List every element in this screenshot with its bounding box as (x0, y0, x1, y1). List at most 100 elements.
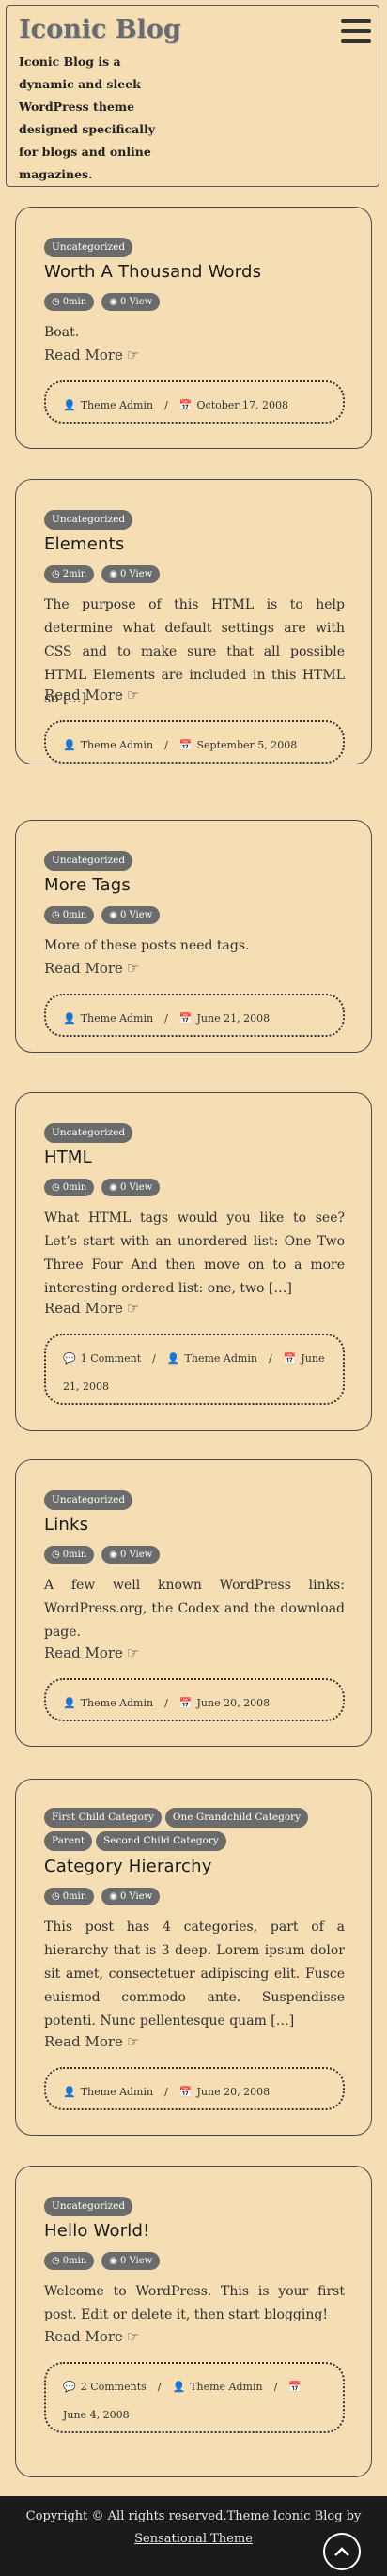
comment-icon: 💬 (63, 1352, 76, 1365)
post-title[interactable]: Worth A Thousand Words (44, 262, 261, 282)
eye-icon: ◉ (109, 1182, 117, 1193)
site-title[interactable]: Iconic Blog (19, 15, 181, 44)
user-icon: 👤 (63, 1012, 76, 1025)
category-chip[interactable]: Parent (44, 1831, 93, 1851)
post-meta: ◷ 0min ◉ 0 View (44, 293, 161, 311)
read-more-link[interactable]: Read More ☞ (44, 960, 139, 977)
post-author[interactable]: Theme Admin (185, 1352, 257, 1365)
user-icon: 👤 (63, 399, 76, 411)
read-more-label: Read More (44, 686, 123, 703)
calendar-icon: 📅 (178, 2086, 193, 2098)
views-label: 0 View (119, 1891, 153, 1902)
post-title[interactable]: HTML (44, 1148, 92, 1167)
theme-credit-link[interactable]: Sensational Theme (134, 2532, 253, 2546)
post-categories: Uncategorized (44, 1123, 345, 1143)
read-time-label: 0min (62, 1182, 87, 1193)
category-chip[interactable]: Uncategorized (44, 2197, 133, 2216)
site-tagline: Iconic Blog is a dynamic and sleek WordP… (19, 54, 156, 181)
hand-pointing-right-icon: ☞ (126, 2328, 140, 2345)
post-comments[interactable]: 2 Comments (81, 2381, 147, 2393)
post-categories: Uncategorized (44, 1490, 345, 1510)
category-chip[interactable]: Uncategorized (44, 238, 133, 257)
hand-pointing-right-icon: ☞ (126, 2033, 140, 2050)
post-meta: ◷ 0min ◉ 0 View (44, 1179, 161, 1196)
read-more-link[interactable]: Read More ☞ (44, 1644, 139, 1661)
post-categories: Uncategorized (44, 851, 345, 871)
post-footer: 💬 2 Comments / 👤 Theme Admin / 📅June 4, 2008 (44, 2362, 345, 2433)
post-title[interactable]: Hello World! (44, 2221, 150, 2241)
post-excerpt: Boat. (44, 325, 80, 340)
views-badge: ◉ 0 View (101, 2252, 161, 2270)
views-badge: ◉ 0 View (101, 1179, 161, 1196)
category-chip[interactable]: Uncategorized (44, 1123, 133, 1143)
read-time-badge: ◷ 0min (44, 293, 95, 311)
views-badge: ◉ 0 View (101, 906, 161, 924)
post-card: Uncategorized Hello World! ◷ 0min ◉ 0 View… (15, 2166, 372, 2477)
category-chip[interactable]: First Child Category (44, 1808, 162, 1828)
post-comments[interactable]: 1 Comment (81, 1352, 141, 1365)
post-footer: 💬 1 Comment / 👤 Theme Admin / 📅 June 21, 2008 (44, 1334, 345, 1405)
post-title[interactable]: Category Hierarchy (44, 1857, 212, 1876)
read-more-link[interactable]: Read More ☞ (44, 2328, 139, 2345)
eye-icon: ◉ (109, 910, 117, 920)
post-footer: 👤 Theme Admin / 📅 June 20, 2008 (44, 1678, 345, 1721)
read-time-badge: ◷ 0min (44, 906, 95, 924)
views-badge: ◉ 0 View (101, 565, 161, 583)
post-title[interactable]: Elements (44, 534, 125, 554)
calendar-icon: 📅 (178, 399, 193, 411)
post-author[interactable]: Theme Admin (81, 399, 153, 411)
read-more-link[interactable]: Read More ☞ (44, 347, 139, 363)
post-date[interactable]: September 5, 2008 (197, 739, 298, 751)
views-badge: ◉ 0 View (101, 1546, 161, 1564)
hamburger-icon[interactable] (341, 19, 371, 43)
hand-pointing-right-icon: ☞ (126, 686, 140, 703)
read-time-label: 0min (62, 1550, 87, 1560)
user-icon: 👤 (172, 2381, 186, 2393)
category-chip[interactable]: Uncategorized (44, 851, 133, 871)
category-chip[interactable]: Second Child Category (96, 1831, 226, 1851)
views-label: 0 View (119, 1550, 153, 1560)
post-title[interactable]: Links (44, 1515, 88, 1535)
read-more-label: Read More (44, 347, 123, 363)
hand-pointing-right-icon: ☞ (126, 960, 140, 977)
post-footer: 👤 Theme Admin / 📅 October 17, 2008 (44, 380, 345, 424)
post-card: Uncategorized Links ◷ 0min ◉ 0 View A few … (15, 1459, 372, 1747)
clock-icon: ◷ (52, 910, 60, 920)
calendar-icon: 📅 (178, 1012, 193, 1025)
hand-pointing-right-icon: ☞ (126, 347, 140, 363)
post-date[interactable]: October 17, 2008 (197, 399, 289, 411)
read-more-link[interactable]: Read More ☞ (44, 2033, 139, 2050)
post-date[interactable]: June 21, 2008 (197, 1012, 271, 1025)
site-header: Iconic Blog Iconic Blog is a dynamic and… (6, 5, 379, 187)
read-more-link[interactable]: Read More ☞ (44, 1300, 139, 1317)
back-to-top-button[interactable] (323, 2533, 361, 2570)
calendar-icon: 📅 (288, 2381, 302, 2393)
post-meta: ◷ 0min ◉ 0 View (44, 906, 161, 924)
post-author[interactable]: Theme Admin (81, 2086, 153, 2098)
views-label: 0 View (119, 297, 153, 307)
read-more-link[interactable]: Read More ☞ (44, 686, 139, 703)
post-date[interactable]: June 20, 2008 (197, 1697, 271, 1709)
views-label: 0 View (119, 1182, 153, 1193)
post-date[interactable]: June 20, 2008 (197, 2086, 271, 2098)
post-author[interactable]: Theme Admin (81, 1012, 153, 1025)
post-footer: 👤 Theme Admin / 📅 June 21, 2008 (44, 994, 345, 1037)
post-card: Uncategorized HTML ◷ 0min ◉ 0 View What HT… (15, 1092, 372, 1431)
read-more-label: Read More (44, 2033, 123, 2050)
post-author[interactable]: Theme Admin (190, 2381, 262, 2393)
user-icon: 👤 (63, 1697, 76, 1709)
post-date[interactable]: June 4, 2008 (63, 2409, 130, 2421)
post-categories: Uncategorized (44, 510, 345, 530)
post-title[interactable]: More Tags (44, 875, 131, 895)
post-author[interactable]: Theme Admin (81, 1697, 153, 1709)
post-author[interactable]: Theme Admin (81, 739, 153, 751)
user-icon: 👤 (63, 739, 76, 751)
category-chip[interactable]: One Grandchild Category (164, 1808, 309, 1828)
views-label: 0 View (119, 2256, 153, 2266)
category-chip[interactable]: Uncategorized (44, 510, 133, 530)
read-time-badge: ◷ 0min (44, 1546, 95, 1564)
post-categories: First Child Category One Grandchild Cate… (44, 1808, 345, 1851)
post-meta: ◷ 0min ◉ 0 View (44, 1888, 161, 1905)
hand-pointing-right-icon: ☞ (126, 1300, 140, 1317)
category-chip[interactable]: Uncategorized (44, 1490, 133, 1510)
